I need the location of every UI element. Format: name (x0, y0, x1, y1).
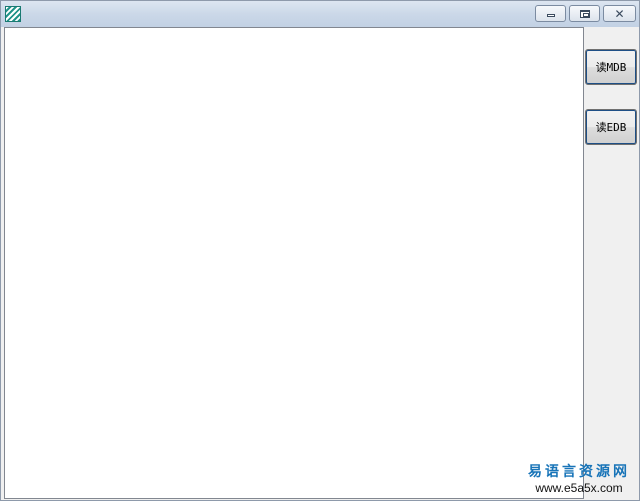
minimize-button[interactable] (535, 5, 566, 22)
app-logo-icon[interactable] (5, 6, 21, 22)
close-button[interactable]: ✕ (603, 5, 636, 22)
title-bar[interactable]: ✕ (1, 1, 639, 27)
content-area[interactable] (4, 27, 584, 499)
watermark-url: www.e5a5x.com (535, 481, 623, 495)
maximize-button[interactable] (569, 5, 600, 22)
watermark: 易语言资源网 www.e5a5x.com (520, 463, 638, 495)
close-icon: ✕ (614, 6, 625, 21)
read-mdb-button[interactable]: 读MDB (585, 49, 637, 85)
minimize-icon (546, 14, 555, 17)
app-window: ✕ 读MDB 读EDB (0, 0, 640, 501)
watermark-title: 易语言资源网 (528, 464, 630, 480)
read-edb-button[interactable]: 读EDB (585, 109, 637, 145)
maximize-icon (579, 9, 590, 18)
